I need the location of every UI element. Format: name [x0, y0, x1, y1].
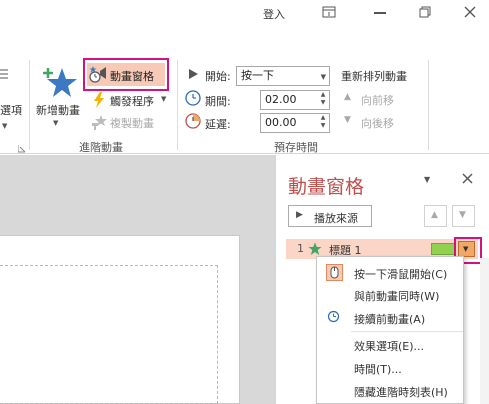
animation-painter-button[interactable]: 複製動畫 — [88, 112, 168, 132]
play-from-button[interactable]: ▶ 播放來源 — [288, 205, 372, 227]
effect-options-lines-icon — [0, 68, 10, 82]
animation-painter-icon — [91, 114, 107, 130]
pane-title: 動畫窗格 — [288, 176, 365, 198]
move-later-button[interactable]: ▼ 向後移 — [344, 115, 414, 131]
delay-value: 00.00 — [265, 116, 297, 129]
pane-move-down-button[interactable]: ▼ — [452, 205, 475, 227]
delay-label: 延遲: — [205, 118, 231, 131]
dialog-launcher-icon[interactable] — [17, 143, 26, 153]
close-icon[interactable] — [464, 6, 476, 18]
advanced-animation-group-label: 進階動畫 — [79, 141, 123, 154]
move-earlier-up-icon: ▲ — [344, 92, 351, 102]
lightning-icon — [92, 92, 106, 108]
menu-separator — [351, 331, 463, 332]
menu-item-label: 效果選項(E)... — [354, 340, 425, 353]
sign-in-link[interactable]: 登入 — [263, 6, 285, 22]
clock-icon — [326, 309, 343, 326]
pane-options-chevron-down-icon[interactable]: ▼ — [424, 175, 430, 184]
move-later-label: 向後移 — [361, 117, 394, 130]
move-later-down-icon: ▼ — [344, 115, 351, 125]
title-bar: 登入 — [0, 0, 489, 28]
duration-spinner[interactable]: 02.00 ▲ ▼ — [260, 90, 330, 110]
menu-item-label: 時間(T)... — [354, 363, 402, 376]
move-earlier-label: 向前移 — [361, 94, 394, 107]
menu-item-start-on-click[interactable]: 按一下滑鼠開始(C) — [317, 262, 463, 283]
add-animation-chevron-down-icon: ▼ — [53, 119, 59, 127]
trigger-button[interactable]: 觸發程序 ▼ — [88, 90, 168, 110]
pane-close-icon[interactable] — [462, 173, 473, 184]
menu-item-effect-options[interactable]: 效果選項(E)... — [317, 334, 463, 355]
start-play-icon — [186, 68, 200, 80]
mouse-click-icon — [326, 264, 343, 281]
start-chevron-down-icon: ▼ — [320, 73, 326, 81]
ribbon-display-icon[interactable] — [322, 6, 336, 18]
animation-pane-label: 動畫窗格 — [110, 70, 154, 83]
animation-pane-icon — [89, 65, 107, 84]
menu-item-label: 按一下滑鼠開始(C) — [354, 268, 448, 281]
menu-item-label: 與前動畫同時(W) — [354, 290, 440, 303]
pane-scrollbar[interactable] — [480, 258, 489, 404]
delay-spinner[interactable]: 00.00 ▲ ▼ — [260, 113, 330, 133]
timeline-bar[interactable] — [431, 243, 456, 255]
start-select[interactable]: 按一下 ▼ — [236, 66, 330, 86]
start-select-value: 按一下 — [241, 69, 274, 82]
duration-label: 期間: — [205, 95, 231, 108]
menu-item-label: 接續前動畫(A) — [354, 313, 426, 326]
item-context-menu: 按一下滑鼠開始(C) 與前動畫同時(W) 接續前動畫(A) 效果選項(E)...… — [316, 256, 464, 404]
menu-item-with-previous[interactable]: 與前動畫同時(W) — [317, 284, 463, 305]
add-animation-star-icon — [38, 64, 78, 102]
effect-options-button[interactable]: 選項 — [0, 102, 22, 118]
menu-item-timing[interactable]: 時間(T)... — [317, 357, 463, 378]
pane-move-up-button[interactable]: ▲ — [424, 205, 447, 227]
ribbon-separator — [428, 60, 429, 150]
slide-placeholder[interactable] — [0, 265, 218, 404]
animation-painter-label: 複製動畫 — [110, 117, 154, 130]
pane-up-icon: ▲ — [431, 210, 438, 220]
duration-clock-icon — [185, 90, 201, 106]
delay-clock-icon — [185, 113, 201, 129]
effect-options-chevron-down-icon[interactable]: ▼ — [2, 122, 7, 130]
ribbon-separator — [29, 60, 30, 150]
item-number: 1 — [297, 242, 304, 255]
add-animation-button[interactable]: 新增動畫 ▼ — [34, 62, 80, 134]
pane-down-icon: ▼ — [459, 210, 466, 220]
minimize-icon[interactable] — [374, 12, 386, 14]
restore-icon[interactable] — [419, 6, 431, 18]
trigger-chevron-down-icon: ▼ — [161, 95, 167, 103]
trigger-label: 觸發程序 — [110, 95, 154, 108]
play-icon: ▶ — [296, 210, 303, 220]
menu-item-after-previous[interactable]: 接續前動畫(A) — [317, 307, 463, 328]
timing-group-label: 預存時間 — [274, 141, 318, 154]
move-earlier-button[interactable]: ▲ 向前移 — [344, 92, 414, 108]
start-label: 開始: — [205, 70, 231, 83]
reorder-animation-label: 重新排列動畫 — [341, 70, 407, 83]
play-from-label: 播放來源 — [314, 212, 358, 225]
menu-item-label: 隱藏進階時刻表(H) — [354, 386, 448, 399]
menu-item-hide-advanced-timeline[interactable]: 隱藏進階時刻表(H) — [317, 380, 463, 401]
ribbon-separator — [177, 60, 178, 150]
duration-value: 02.00 — [265, 93, 297, 106]
entrance-star-icon — [308, 242, 322, 256]
add-animation-label: 新增動畫 — [36, 104, 80, 117]
duration-spin-arrows[interactable]: ▲ ▼ — [317, 91, 329, 109]
animation-pane-button[interactable]: 動畫窗格 — [87, 63, 165, 86]
delay-spin-arrows[interactable]: ▲ ▼ — [317, 114, 329, 132]
